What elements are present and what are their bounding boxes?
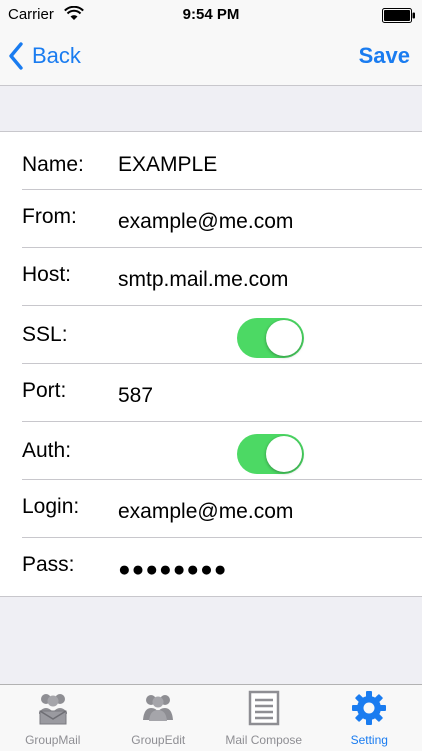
tab-label: Setting bbox=[317, 733, 422, 747]
navigation-bar: Back Save bbox=[0, 30, 422, 86]
port-field[interactable]: 587 bbox=[118, 367, 408, 425]
status-bar: Carrier 9:54 PM bbox=[0, 0, 422, 30]
battery-icon bbox=[382, 8, 416, 23]
pass-label: Pass: bbox=[22, 536, 75, 594]
tab-label: GroupMail bbox=[0, 733, 106, 747]
auth-label: Auth: bbox=[22, 422, 71, 480]
name-field[interactable]: EXAMPLE bbox=[118, 136, 408, 194]
tab-label: GroupEdit bbox=[106, 733, 212, 747]
tab-mail-compose[interactable]: Mail Compose bbox=[211, 685, 317, 751]
tab-groupedit[interactable]: GroupEdit bbox=[106, 685, 212, 751]
group-mail-icon bbox=[35, 690, 71, 726]
ssl-toggle-knob bbox=[266, 320, 302, 356]
auth-toggle[interactable] bbox=[237, 434, 304, 474]
group-edit-icon bbox=[140, 690, 176, 726]
name-label: Name: bbox=[22, 136, 84, 194]
pass-row: Pass: ●●●●●●●● bbox=[0, 538, 422, 596]
status-time: 9:54 PM bbox=[0, 6, 422, 23]
ssl-row: SSL: bbox=[0, 306, 422, 364]
port-row: Port: 587 bbox=[0, 364, 422, 422]
tab-bar: GroupMail GroupEdit Mail Compose bbox=[0, 684, 422, 751]
from-label: From: bbox=[22, 188, 77, 246]
tab-setting[interactable]: Setting bbox=[317, 685, 422, 751]
from-field[interactable]: example@me.com bbox=[118, 193, 408, 251]
chevron-left-icon bbox=[8, 42, 24, 70]
auth-toggle-knob bbox=[266, 436, 302, 472]
password-field[interactable]: ●●●●●●●● bbox=[118, 541, 408, 599]
gear-icon bbox=[351, 690, 387, 726]
login-row: Login: example@me.com bbox=[0, 480, 422, 538]
auth-row: Auth: bbox=[0, 422, 422, 480]
from-row: From: example@me.com bbox=[0, 190, 422, 248]
back-label: Back bbox=[32, 43, 81, 69]
port-label: Port: bbox=[22, 362, 66, 420]
tab-label: Mail Compose bbox=[211, 733, 317, 747]
smtp-settings-form: Name: EXAMPLE From: example@me.com Host:… bbox=[0, 131, 422, 597]
host-row: Host: smtp.mail.me.com bbox=[0, 248, 422, 306]
login-label: Login: bbox=[22, 478, 79, 536]
save-button[interactable]: Save bbox=[359, 40, 410, 72]
host-label: Host: bbox=[22, 246, 71, 304]
ssl-label: SSL: bbox=[22, 306, 68, 364]
host-field[interactable]: smtp.mail.me.com bbox=[118, 251, 408, 309]
ssl-toggle[interactable] bbox=[237, 318, 304, 358]
compose-icon bbox=[246, 690, 282, 726]
tab-groupmail[interactable]: GroupMail bbox=[0, 685, 106, 751]
back-button[interactable]: Back bbox=[8, 40, 81, 72]
name-row: Name: EXAMPLE bbox=[0, 132, 422, 190]
login-field[interactable]: example@me.com bbox=[118, 483, 408, 541]
